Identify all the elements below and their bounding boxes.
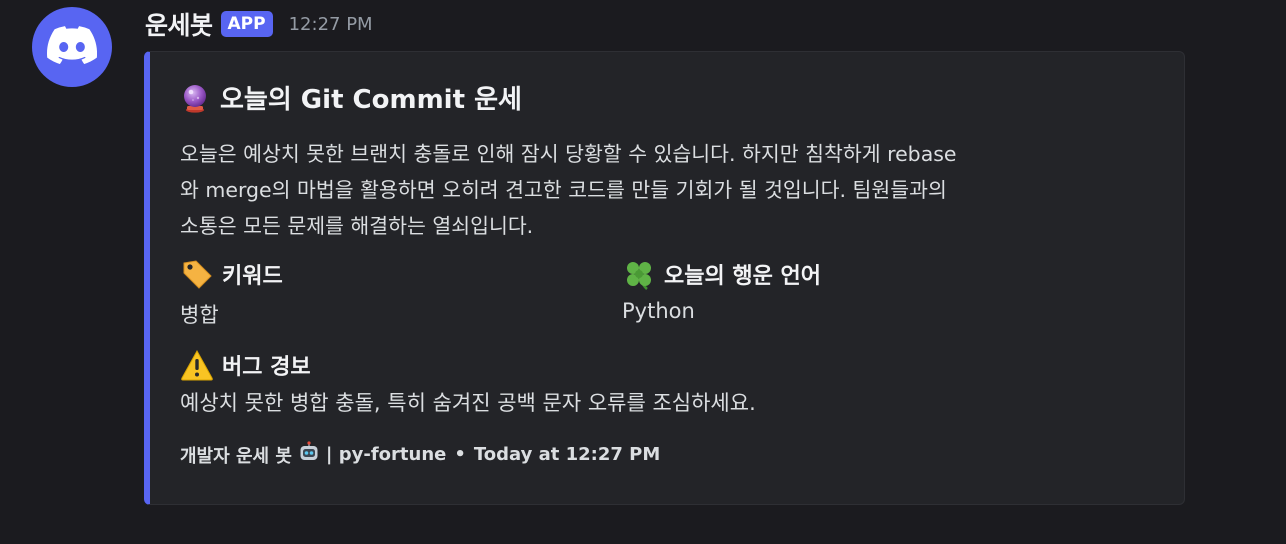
field-value: 예상치 못한 병합 충돌, 특히 숨겨진 공백 문자 오류를 조심하세요. [180,391,756,415]
field-name: 버그 경보 [222,355,311,380]
embed-card: 오늘의 Git Commit 운세 오늘은 예상치 못한 브랜치 충돌로 인해 … [144,51,1185,505]
app-badge: APP [220,11,273,37]
field-keyword: 키워드 병합 [180,257,283,329]
warning-icon [180,349,214,381]
message-header: 운세봇 APP 12:27 PM [145,6,373,42]
footer-text: 개발자 운세 봇 [180,445,292,467]
embed-footer: 개발자 운세 봇 | py-fortune • Today at 12:27 P… [180,441,660,468]
field-bug-alert: 버그 경보 예상치 못한 병합 충돌, 특히 숨겨진 공백 문자 오류를 조심하… [180,348,756,417]
field-value: 병합 [180,303,219,327]
username[interactable]: 운세봇 [145,6,213,42]
robot-icon [298,441,320,468]
field-name: 키워드 [222,264,283,289]
crystal-ball-icon [180,83,210,113]
discord-logo-icon [47,26,98,68]
footer-timestamp: Today at 12:27 PM [473,444,661,465]
field-name: 오늘의 행운 언어 [664,264,821,289]
chat-message: 운세봇 APP 12:27 PM 오늘의 Git Commit 운세 오늘은 예… [0,0,1286,544]
message-timestamp[interactable]: 12:27 PM [289,14,373,35]
four-leaf-clover-icon [622,257,656,291]
avatar[interactable] [32,7,112,87]
label-tag-icon [180,257,214,291]
footer-separator: • [454,444,466,465]
embed-title: 오늘의 Git Commit 운세 [180,79,522,116]
embed-description: 오늘은 예상치 못한 브랜치 충돌로 인해 잠시 당황할 수 있습니다. 하지만… [180,142,957,238]
field-value: Python [622,299,695,323]
field-lucky-language: 오늘의 행운 언어 Python [622,257,821,323]
embed-title-text: 오늘의 Git Commit 운세 [220,85,522,115]
footer-source: | py-fortune [325,444,447,465]
